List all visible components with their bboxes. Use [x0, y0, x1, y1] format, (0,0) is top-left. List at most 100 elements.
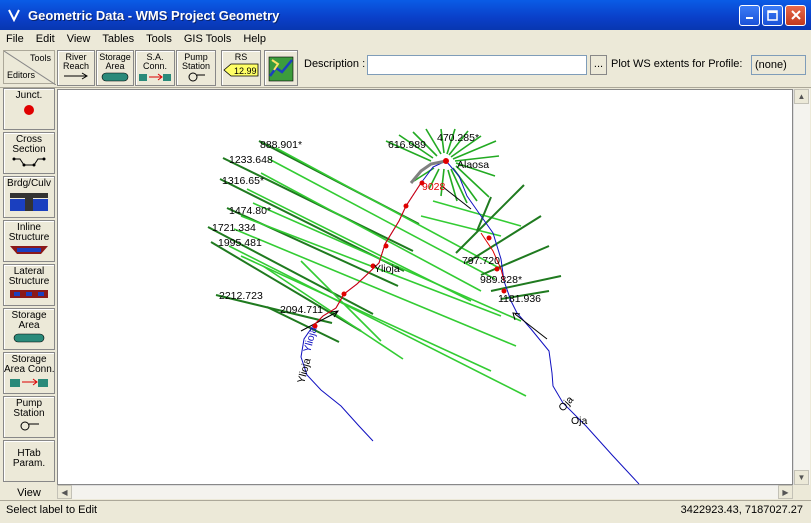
cross-section-button[interactable]: Cross Section	[3, 132, 55, 174]
horizontal-scrollbar[interactable]: ◀ ▶	[57, 485, 793, 499]
xs-label[interactable]: 1995.481	[218, 237, 262, 249]
menu-file[interactable]: File	[0, 33, 30, 45]
storage-area-editor-label: Storage Area	[11, 310, 47, 331]
river-schematic[interactable]: 888.901* 1233.648 1316.65* 1474.80* 1721…	[58, 90, 794, 486]
xs-label[interactable]: 1721.334	[212, 222, 256, 234]
junction-label[interactable]: Ylioja	[374, 263, 400, 275]
coordinate-readout: 3422923.43, 7187027.27	[680, 504, 803, 516]
storage-area-editor-button[interactable]: Storage Area	[3, 308, 55, 350]
xs-label[interactable]: 797.720	[462, 255, 500, 267]
editors-label: Editors	[7, 70, 36, 80]
status-bar: Select label to Edit 3422923.43, 7187027…	[0, 500, 811, 523]
lateral-structure-icon	[10, 290, 48, 298]
junction-alaosa-marker[interactable]	[443, 158, 449, 164]
title-bar: Geometric Data - WMS Project Geometry	[0, 0, 811, 30]
xs-label[interactable]: 616.989	[388, 139, 426, 151]
reach-ylioja[interactable]	[300, 160, 447, 442]
xs-label[interactable]: 2094.711	[280, 304, 323, 316]
app-icon	[6, 7, 22, 23]
menu-edit[interactable]: Edit	[30, 33, 61, 45]
plot-ws-extents-label: Plot WS extents for Profile:	[611, 58, 743, 70]
storage-area-editor-icon	[13, 333, 45, 343]
storage-area-conn-label: Storage Area Conn.	[4, 354, 55, 375]
pump-station-tool-button[interactable]: Pump Station	[176, 50, 216, 86]
geometry-canvas[interactable]: 888.901* 1233.648 1316.65* 1474.80* 1721…	[57, 89, 793, 485]
xs-label[interactable]: 470.285*	[437, 132, 479, 144]
status-message: Select label to Edit	[6, 504, 98, 516]
scroll-up-icon[interactable]: ▲	[794, 89, 809, 104]
sa-connection-icon	[139, 73, 171, 81]
menu-view[interactable]: View	[61, 33, 97, 45]
rs-value: 12.99	[234, 66, 257, 76]
inline-structure-label: Inline Structure	[8, 222, 50, 243]
cross-section-icon	[12, 157, 46, 167]
view-label: View	[17, 487, 41, 499]
bridge-culvert-button[interactable]: Brdg/Culv	[3, 176, 55, 218]
inline-structure-button[interactable]: Inline Structure	[3, 220, 55, 262]
xs-label[interactable]: 888.901*	[260, 139, 302, 151]
reach-lines	[300, 160, 640, 485]
storage-area-conn-button[interactable]: Storage Area Conn.	[3, 352, 55, 394]
junction-label[interactable]: Alaosa	[457, 159, 489, 171]
menu-help[interactable]: Help	[237, 33, 272, 45]
description-browse-button[interactable]: ...	[590, 55, 607, 75]
storage-area-tool-label: Storage Area	[99, 52, 131, 71]
menu-gis-tools[interactable]: GIS Tools	[178, 33, 238, 45]
river-reach-button[interactable]: River Reach	[57, 50, 95, 86]
bridge-icon	[10, 193, 48, 211]
rs-button[interactable]: RS 12.99	[221, 50, 261, 86]
map-icon	[268, 56, 294, 82]
xs-label[interactable]: 1233.648	[229, 154, 273, 166]
storage-area-icon	[101, 72, 129, 82]
lateral-structure-button[interactable]: Lateral Structure	[3, 264, 55, 306]
arrow-right-icon	[64, 72, 88, 80]
editors-panel: Junct. Cross Section Brdg/Culv Inline St…	[3, 88, 55, 500]
menu-bar: File Edit View Tables Tools GIS Tools He…	[0, 30, 811, 48]
pump-station-editor-label: Pump Station	[13, 398, 45, 419]
river-label[interactable]: Ylioja	[295, 357, 313, 385]
pump-station-editor-button[interactable]: Pump Station	[3, 396, 55, 438]
maximize-button[interactable]	[762, 4, 783, 26]
xs-selected-label[interactable]: 9028	[422, 181, 446, 193]
close-button[interactable]	[785, 4, 806, 26]
tools-label: Tools	[29, 53, 51, 63]
cross-section-line[interactable]	[210, 241, 362, 332]
htab-param-button[interactable]: HTab Param.	[3, 440, 55, 482]
menu-tables[interactable]: Tables	[96, 33, 140, 45]
menu-tools[interactable]: Tools	[140, 33, 178, 45]
xs-label[interactable]: 2212.723	[219, 290, 263, 302]
xs-label[interactable]: 1181.936	[498, 293, 541, 305]
scroll-right-icon[interactable]: ▶	[778, 485, 793, 499]
rs-label: RS	[234, 52, 248, 62]
window-title: Geometric Data - WMS Project Geometry	[28, 7, 280, 23]
junction-button[interactable]: Junct.	[3, 88, 55, 130]
xs-label[interactable]: 1474.80*	[229, 205, 271, 217]
lateral-structure-label: Lateral Structure	[8, 266, 50, 287]
inline-structure-icon	[10, 246, 48, 254]
rs-tag-icon: 12.99	[223, 63, 259, 77]
minimize-button[interactable]	[739, 4, 760, 26]
profile-select[interactable]: (none)	[751, 55, 806, 75]
description-label: Description :	[304, 58, 366, 70]
scroll-down-icon[interactable]: ▼	[794, 470, 809, 485]
scroll-left-icon[interactable]: ◀	[57, 485, 72, 499]
pump-icon	[188, 72, 205, 82]
reach-label[interactable]: Oja	[571, 415, 588, 427]
vertical-scrollbar[interactable]: ▲ ▼	[793, 89, 810, 485]
tools-editors-corner: Tools Editors	[3, 50, 56, 85]
river-reach-label: River Reach	[62, 52, 89, 71]
pump-station-tool-label: Pump Station	[181, 52, 211, 71]
cross-section-label: Cross Section	[12, 134, 46, 155]
junction-icon	[24, 105, 34, 115]
sa-conn-button[interactable]: S.A. Conn.	[135, 50, 175, 86]
xs-label[interactable]: 1316.65*	[222, 175, 264, 187]
junction-label: Junct.	[15, 90, 43, 101]
background-map-button[interactable]	[264, 50, 298, 86]
storage-area-tool-button[interactable]: Storage Area	[96, 50, 134, 86]
description-input[interactable]	[367, 55, 587, 75]
reach-oja[interactable]	[445, 160, 640, 485]
htab-param-label: HTab Param.	[12, 448, 46, 469]
flow-arrow-icon	[512, 312, 548, 340]
pump-station-editor-icon	[20, 421, 39, 431]
xs-label[interactable]: 989.828*	[480, 274, 522, 286]
